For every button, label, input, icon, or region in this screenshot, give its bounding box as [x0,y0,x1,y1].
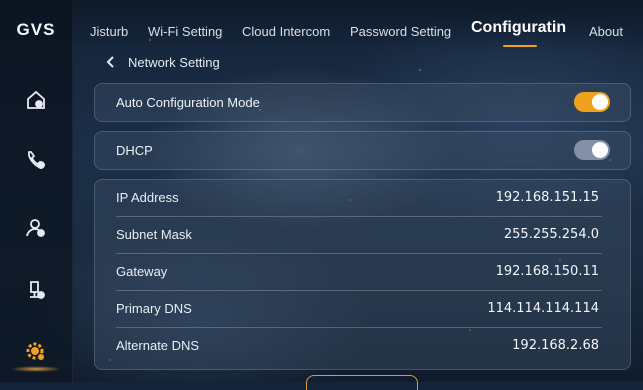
subnet-mask-label: Subnet Mask [116,227,192,242]
gear-active-icon [26,342,45,361]
bottom-action-button[interactable] [306,375,418,390]
info-row-gateway[interactable]: Gateway 192.168.150.11 [95,254,630,291]
primary-dns-value: 114.114.114.114 [487,301,599,316]
network-info-panel: IP Address 192.168.151.15 Subnet Mask 25… [94,179,631,370]
gateway-label: Gateway [116,264,168,279]
toggle-knob [592,94,608,110]
sidebar-item-calls[interactable] [18,142,54,178]
toggle-knob [592,142,608,158]
auto-config-row: Auto Configuration Mode [94,83,631,122]
tab-cloud-intercom[interactable]: Cloud Intercom [242,24,330,39]
tab-about[interactable]: About [589,24,623,39]
sidebar-item-configuration[interactable] [18,334,54,370]
sidebar-item-home[interactable] [18,82,54,118]
top-tabs: Jisturb Wi-Fi Setting Cloud Intercom Pas… [72,0,643,52]
tab-configuration[interactable]: Configuratin [471,19,566,37]
sidebar-item-users[interactable] [18,210,54,246]
active-indicator [10,366,62,372]
tab-wifi-setting[interactable]: Wi-Fi Setting [148,24,222,39]
gateway-value: 192.168.150.11 [495,264,599,279]
tab-disturb[interactable]: Jisturb [90,24,128,39]
chevron-left-icon [106,56,114,68]
info-row-primary-dns[interactable]: Primary DNS 114.114.114.114 [95,291,630,328]
dhcp-label: DHCP [116,143,153,158]
info-row-ip[interactable]: IP Address 192.168.151.15 [95,180,630,217]
active-tab-underline [503,45,537,47]
sidebar-item-intercom[interactable] [18,272,54,308]
subnet-mask-value: 255.255.254.0 [503,227,599,242]
info-row-subnet[interactable]: Subnet Mask 255.255.254.0 [95,217,630,254]
auto-config-toggle[interactable] [574,92,610,112]
tab-password-setting[interactable]: Password Setting [350,24,451,39]
primary-dns-label: Primary DNS [116,301,192,316]
alternate-dns-value: 192.168.2.68 [512,338,599,353]
ip-address-label: IP Address [116,190,179,205]
intercom-settings-icon [30,281,45,299]
back-button[interactable]: Network Setting [104,52,220,72]
home-settings-icon [27,90,45,109]
brand-logo: GVS [16,20,56,39]
dhcp-row: DHCP [94,131,631,170]
alternate-dns-label: Alternate DNS [116,338,200,353]
auto-config-label: Auto Configuration Mode [116,95,260,110]
ip-address-value: 192.168.151.15 [495,190,599,205]
sidebar: GVS [0,0,73,382]
dhcp-toggle[interactable] [574,140,610,160]
info-row-alternate-dns[interactable]: Alternate DNS 192.168.2.68 [95,328,630,365]
user-settings-icon [26,219,45,237]
phone-icon [28,151,46,170]
breadcrumb-title: Network Setting [128,54,220,70]
